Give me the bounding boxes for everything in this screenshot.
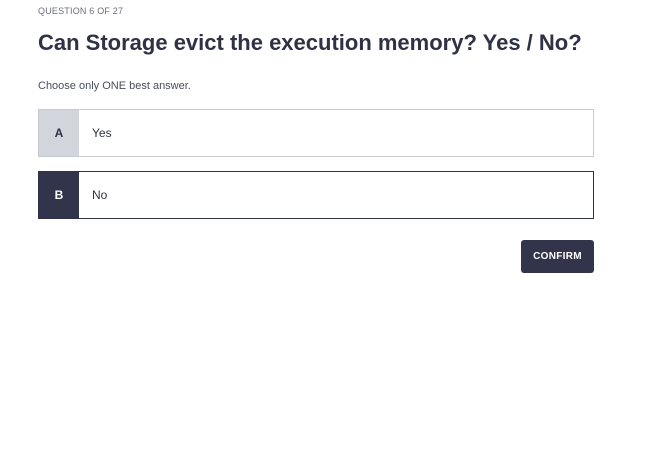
option-letter-b: B — [39, 172, 79, 218]
question-progress: QUESTION 6 OF 27 — [38, 6, 124, 16]
confirm-button[interactable]: CONFIRM — [521, 240, 594, 273]
option-text-a: Yes — [92, 126, 112, 140]
question-title: Can Storage evict the execution memory? … — [38, 30, 582, 55]
answer-instruction: Choose only ONE best answer. — [38, 80, 191, 92]
answer-option-a[interactable]: A Yes — [38, 109, 594, 157]
option-text-b: No — [92, 188, 108, 202]
answer-option-b[interactable]: B No — [38, 171, 594, 219]
option-letter-a: A — [39, 110, 79, 156]
